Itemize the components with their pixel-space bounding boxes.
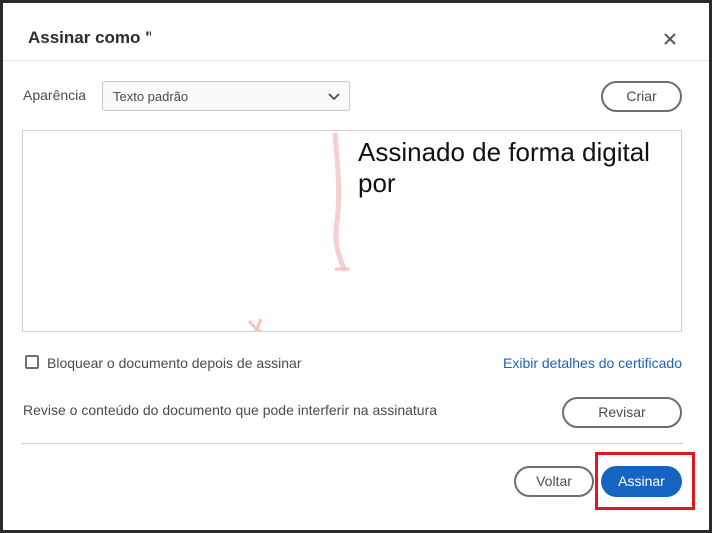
sign-dialog: Assinar como " Aparência Texto padrão Cr… — [3, 3, 709, 530]
back-button[interactable]: Voltar — [514, 466, 594, 497]
redacted-signer-name — [151, 19, 531, 53]
review-button[interactable]: Revisar — [562, 397, 682, 428]
appearance-select-value: Texto padrão — [113, 89, 189, 104]
review-instruction: Revise o conteúdo do documento que pode … — [23, 402, 438, 418]
chevron-down-icon — [327, 90, 341, 104]
certificate-details-link[interactable]: Exibir detalhes do certificado — [503, 355, 682, 371]
lock-document-checkbox[interactable] — [25, 355, 39, 369]
lock-document-label[interactable]: Bloquear o documento depois de assinar — [47, 355, 302, 371]
appearance-label: Aparência — [23, 87, 87, 103]
signature-text: Assinado de forma digital por — [358, 137, 678, 199]
signature-line-2: por — [358, 168, 396, 198]
create-button[interactable]: Criar — [601, 81, 682, 112]
signature-preview: Assinado de forma digital por — [22, 130, 682, 332]
divider — [22, 443, 683, 444]
divider — [3, 60, 709, 61]
sign-button[interactable]: Assinar — [601, 466, 682, 497]
dialog-title: Assinar como " — [28, 28, 154, 47]
close-icon[interactable] — [659, 28, 681, 50]
signature-line-1: Assinado de forma digital — [358, 137, 650, 167]
appearance-select[interactable]: Texto padrão — [102, 81, 350, 111]
